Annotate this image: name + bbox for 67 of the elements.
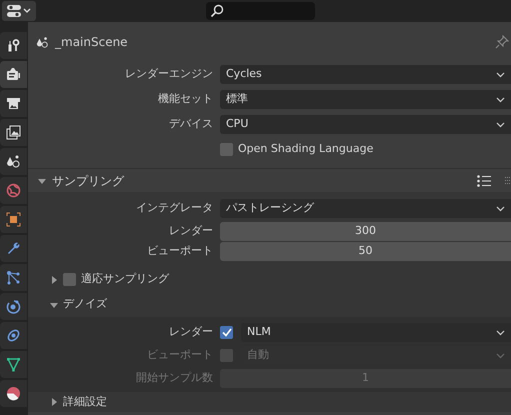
object-square-icon [6,212,21,227]
field-label: ビューポート [146,242,214,259]
properties-tab[interactable] [0,90,27,117]
properties-tab[interactable] [0,380,27,407]
expand-down-icon[interactable] [50,300,58,308]
caret-icon [496,72,505,78]
checkmark-icon [222,328,232,337]
field-label: 開始サンプル数 [135,370,214,386]
properties-tab[interactable] [0,32,27,59]
expand-right-icon[interactable] [50,276,58,284]
dropdown[interactable]: CPU [220,115,511,134]
field-label: レンダー [168,324,214,340]
caret-icon [496,206,505,212]
properties-tab[interactable] [0,235,27,262]
subpanel-title[interactable]: デノイズ [63,296,107,313]
properties-tab[interactable] [0,148,27,175]
field-label: 機能セット [157,91,214,108]
properties-tab[interactable] [0,322,27,349]
dropdown[interactable]: Cycles [220,65,511,84]
camera-back-icon [6,67,21,82]
wrench-icon [6,241,21,256]
expand-down-icon[interactable] [38,176,46,184]
pin-icon [495,35,509,49]
number-field[interactable]: 300 [220,222,511,240]
list-icon[interactable] [477,174,491,186]
dropdown[interactable]: NLM [241,323,511,342]
properties-tab[interactable] [0,119,27,146]
globe-icon [6,183,21,198]
material-sphere-icon [6,386,21,401]
caret-icon [496,96,505,102]
field-label: レンダー [168,222,214,239]
properties-tab[interactable] [0,264,27,291]
caret-icon [496,122,505,128]
printer-icon [6,96,21,111]
triangle-mesh-icon [6,357,21,372]
pin-button[interactable] [495,35,509,49]
properties-tab[interactable] [0,293,27,320]
field-label: レンダーエンジン [124,66,214,82]
properties-tab[interactable] [0,61,27,88]
particle-nodes-icon [6,270,21,285]
checkbox[interactable] [63,273,76,286]
expand-right-icon[interactable] [50,398,58,406]
scene-drops-icon [36,36,49,48]
caret-icon [496,330,505,336]
number-field[interactable]: 50 [220,242,511,260]
editor-type-icon [6,4,32,18]
subpanel-title[interactable]: 詳細設定 [63,394,107,410]
caret-icon [496,352,505,358]
checkbox-label: Open Shading Language [238,141,374,158]
panel-title[interactable]: サンプリング [52,172,124,190]
search-field[interactable] [206,2,315,20]
dropdown[interactable]: 標準 [220,90,511,109]
scene-drops-icon [6,154,21,169]
scene-name: _mainScene [55,34,128,51]
image-stack-icon [6,125,21,140]
editor-type-button[interactable] [2,1,36,21]
subpanel-title[interactable]: 適応サンプリング [81,271,169,288]
orbit-icon [6,299,21,314]
checkbox[interactable] [220,326,233,339]
properties-tab[interactable] [0,351,27,378]
dropdown[interactable]: パストレーシング [220,199,511,218]
checkbox[interactable] [220,143,233,156]
field-label: デバイス [168,116,214,132]
field-label: ビューポート [146,347,214,364]
properties-tab[interactable] [0,206,27,233]
field-label: インテグレータ [135,200,214,216]
search-icon [210,4,224,18]
